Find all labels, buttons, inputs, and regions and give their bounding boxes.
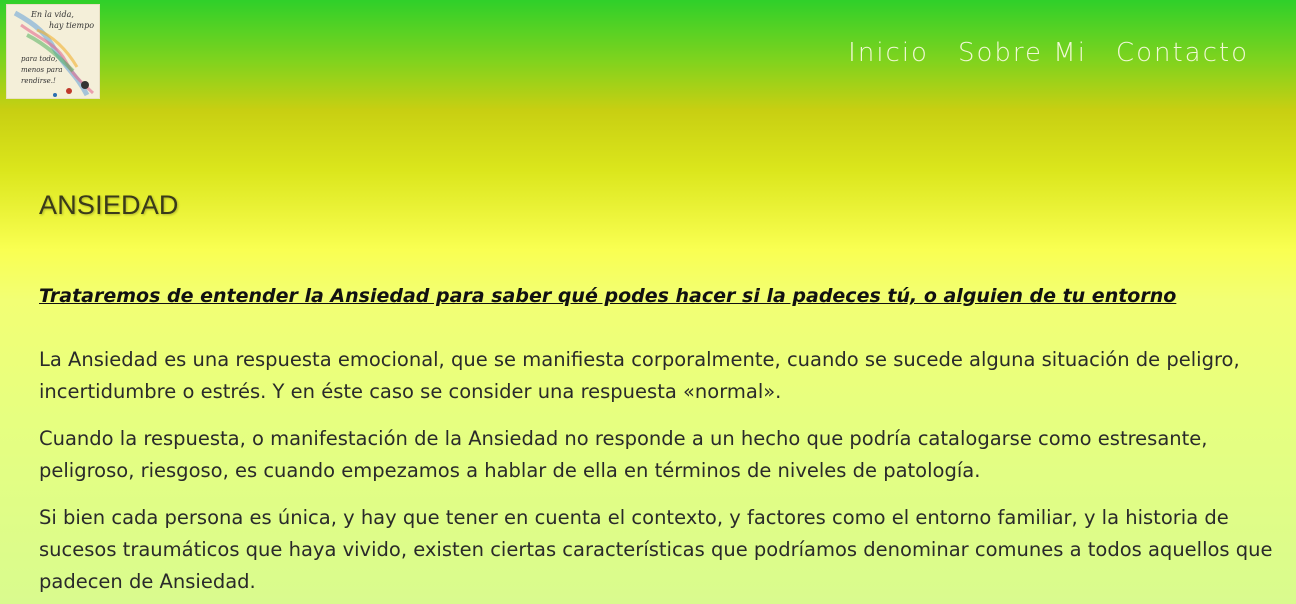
nav-link-contacto[interactable]: Contacto — [1116, 38, 1249, 68]
site-header: En la vida, hay tiempo para todo, menos … — [0, 0, 1296, 110]
nav-link-sobre-mi[interactable]: Sobre Mi — [958, 38, 1087, 68]
logo-text-line: para todo, — [21, 55, 58, 63]
nav-link-inicio[interactable]: Inicio — [848, 38, 929, 68]
article-content: ANSIEDAD Trataremos de entender la Ansie… — [39, 190, 1296, 593]
article-paragraph: La Ansiedad es una respuesta emocional, … — [39, 348, 1240, 403]
logo-text-line: rendirse.! — [21, 77, 56, 85]
article-subtitle: Trataremos de entender la Ansiedad para … — [39, 285, 1177, 307]
logo-text-line: menos para — [21, 66, 63, 74]
main-nav: Inicio Sobre Mi Contacto — [848, 38, 1249, 68]
article-paragraph: Si bien cada persona es única, y hay que… — [39, 506, 1273, 593]
page-title: ANSIEDAD — [39, 190, 179, 220]
article-paragraph: Cuando la respuesta, o manifestación de … — [39, 427, 1208, 482]
logo-text-line: hay tiempo — [49, 21, 95, 30]
site-logo[interactable]: En la vida, hay tiempo para todo, menos … — [6, 4, 100, 99]
logo-text-line: En la vida, — [31, 10, 74, 19]
